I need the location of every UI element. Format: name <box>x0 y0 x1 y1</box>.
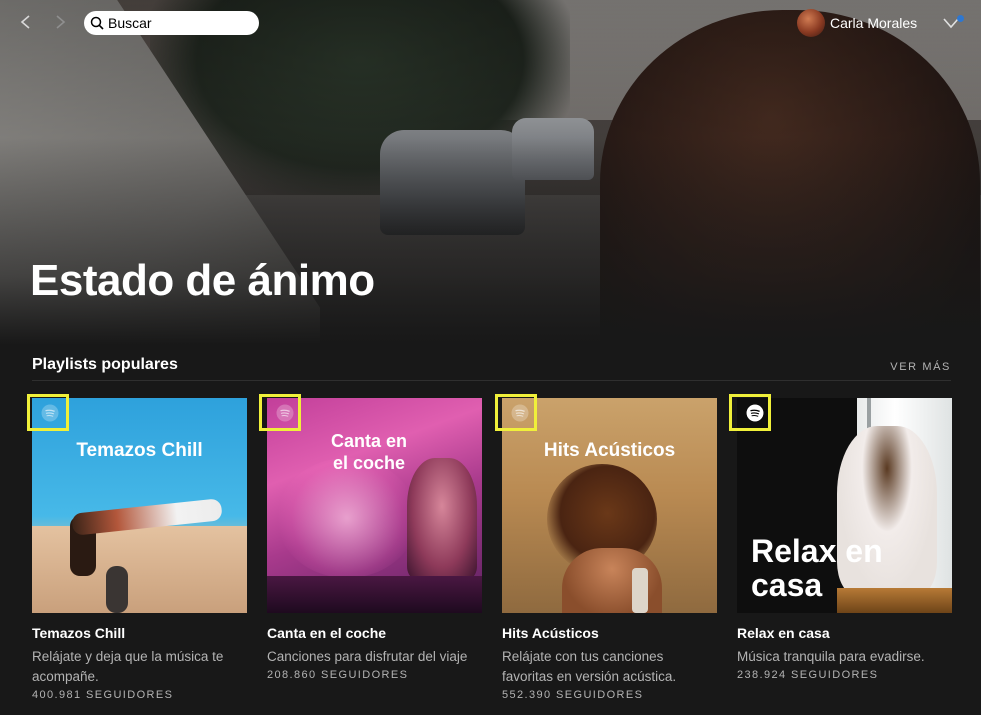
playlist-title[interactable]: Hits Acústicos <box>502 625 717 641</box>
spotify-logo-icon <box>41 404 59 422</box>
back-button[interactable] <box>14 10 38 34</box>
playlist-followers: 208.860 SEGUIDORES <box>267 669 409 681</box>
search-icon <box>90 16 104 30</box>
playlist-cover[interactable]: Canta en el coche <box>267 398 482 613</box>
cover-art-dash <box>267 576 482 613</box>
playlist-cover[interactable]: Temazos Chill <box>32 398 247 613</box>
forward-button[interactable] <box>48 10 72 34</box>
see-more-link[interactable]: VER MÁS <box>890 361 951 373</box>
cover-art-ledge <box>32 526 247 613</box>
playlist-card-relax-en-casa[interactable]: Relax en casa Relax en casa Música tranq… <box>737 398 952 681</box>
page-title: Estado de ánimo <box>30 256 375 305</box>
playlist-card-hits-acusticos[interactable]: Hits Acústicos Hits Acústicos Relájate c… <box>502 398 717 701</box>
playlist-cover[interactable]: Relax en casa <box>737 398 952 613</box>
playlist-title[interactable]: Temazos Chill <box>32 625 247 641</box>
spotify-logo-icon <box>511 404 529 422</box>
playlist-title[interactable]: Canta en el coche <box>267 625 482 641</box>
spotify-logo-icon <box>746 404 764 422</box>
search-box[interactable] <box>84 11 259 35</box>
playlist-followers: 400.981 SEGUIDORES <box>32 689 174 701</box>
back-arrow-icon <box>20 15 30 29</box>
cover-art-glow <box>277 458 417 578</box>
playlist-followers: 552.390 SEGUIDORES <box>502 689 644 701</box>
cover-art-face <box>407 458 477 578</box>
playlist-description: Relájate con tus canciones favoritas en … <box>502 649 677 684</box>
forward-arrow-icon <box>56 15 66 29</box>
cover-title: Relax en casa <box>751 533 883 603</box>
search-input[interactable] <box>108 15 258 31</box>
cover-title: Hits Acústicos <box>543 440 676 461</box>
top-bar: Carla Morales <box>0 0 981 46</box>
playlist-cover[interactable]: Hits Acústicos <box>502 398 717 613</box>
playlist-title[interactable]: Relax en casa <box>737 625 952 641</box>
user-menu[interactable]: Carla Morales <box>797 9 917 37</box>
cover-title: Canta en el coche <box>330 431 408 473</box>
playlist-description: Música tranquila para evadirse. <box>737 649 925 664</box>
playlist-card-temazos-chill[interactable]: Temazos Chill Temazos Chill Relájate y d… <box>32 398 247 701</box>
playlist-description: Relájate y deja que la música te acompañ… <box>32 649 224 684</box>
avatar <box>797 9 825 37</box>
user-name: Carla Morales <box>830 15 918 31</box>
section-title: Playlists populares <box>32 356 178 373</box>
playlist-description: Canciones para disfrutar del viaje <box>267 649 468 664</box>
cover-title: Temazos Chill <box>76 440 203 461</box>
section-header: Playlists populares VER MÁS <box>32 354 951 381</box>
playlist-followers: 238.924 SEGUIDORES <box>737 669 879 681</box>
spotify-logo-icon <box>276 404 294 422</box>
playlist-card-canta-en-el-coche[interactable]: Canta en el coche Canta en el coche Canc… <box>267 398 482 681</box>
cover-art-skateboard <box>106 566 128 613</box>
cover-art-guitar <box>632 568 648 613</box>
notification-dot <box>957 15 964 22</box>
